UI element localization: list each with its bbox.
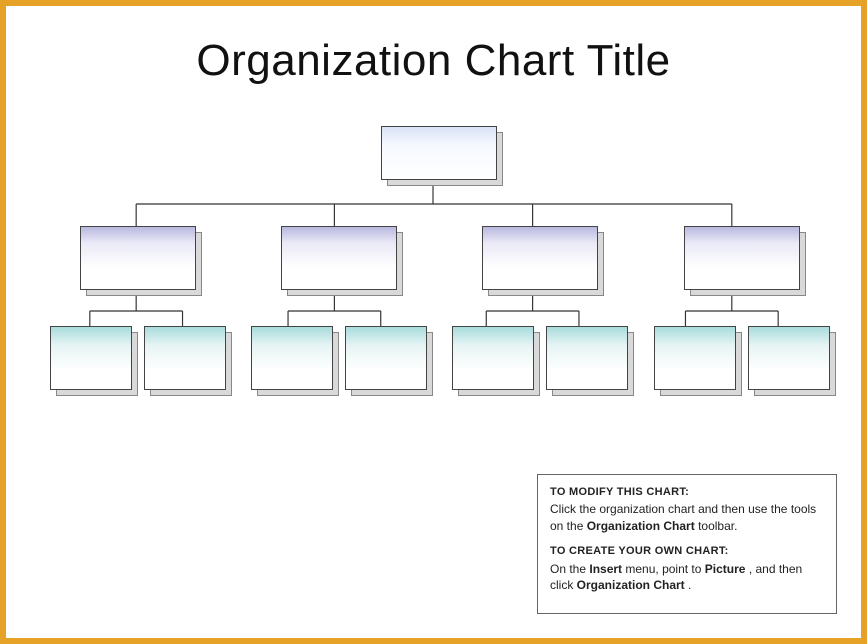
instruction-heading: TO MODIFY THIS CHART:	[550, 485, 824, 500]
instruction-create: TO CREATE YOUR OWN CHART: On the Insert …	[550, 544, 824, 593]
org-node-leaf[interactable]	[748, 326, 830, 390]
org-node-level1[interactable]	[281, 226, 397, 290]
org-node-leaf[interactable]	[654, 326, 736, 390]
org-chart[interactable]	[6, 126, 861, 486]
instruction-bold: Organization Chart	[587, 519, 695, 533]
org-node-root[interactable]	[381, 126, 497, 180]
chart-title[interactable]: Organization Chart Title	[6, 36, 861, 86]
instruction-bold: Picture	[705, 562, 746, 576]
instruction-text: toolbar.	[698, 519, 737, 533]
org-node-leaf[interactable]	[251, 326, 333, 390]
org-node-level1[interactable]	[684, 226, 800, 290]
org-node-leaf[interactable]	[452, 326, 534, 390]
connector-lines	[6, 126, 861, 486]
org-node-leaf[interactable]	[546, 326, 628, 390]
org-node-leaf[interactable]	[345, 326, 427, 390]
instruction-bold: Insert	[589, 562, 622, 576]
instruction-bold: Organization Chart	[577, 578, 685, 592]
instruction-text: .	[688, 578, 691, 592]
org-node-leaf[interactable]	[144, 326, 226, 390]
org-node-level1[interactable]	[482, 226, 598, 290]
instruction-heading: TO CREATE YOUR OWN CHART:	[550, 544, 824, 559]
instruction-text: On the	[550, 562, 589, 576]
slide-frame: Organization Chart Title	[0, 0, 867, 644]
org-node-level1[interactable]	[80, 226, 196, 290]
org-node-leaf[interactable]	[50, 326, 132, 390]
instructions-panel[interactable]: TO MODIFY THIS CHART: Click the organiza…	[537, 474, 837, 614]
instruction-modify: TO MODIFY THIS CHART: Click the organiza…	[550, 485, 824, 534]
instruction-text: menu, point to	[625, 562, 704, 576]
